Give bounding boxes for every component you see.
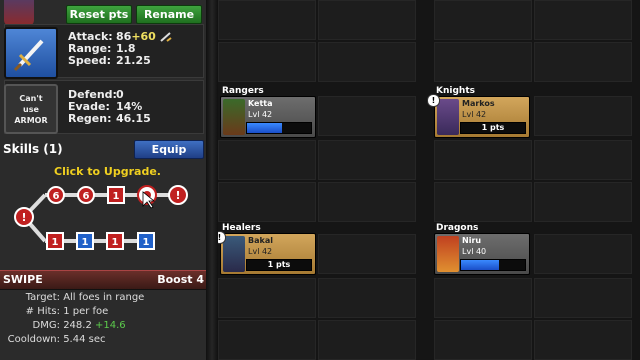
roster-slot[interactable] [434,182,532,222]
equip-button[interactable]: Equip [134,140,204,159]
roster-slot[interactable] [218,182,316,222]
armor-stats: Defend:0 Evade: 14% Regen: 46.15 [68,89,151,125]
rename-button[interactable]: Rename [136,5,202,24]
skill-node-top-1[interactable]: 6 [47,186,65,204]
unit-portrait [223,236,245,272]
skill-hits: # Hits: 1 per foe [25,306,109,317]
hero-portrait [4,0,34,26]
svg-text:1: 1 [112,237,119,248]
roster-slot[interactable] [534,0,632,40]
roster-slot[interactable] [318,96,416,136]
roster-slot[interactable] [218,278,316,318]
skill-node-selected[interactable] [137,185,157,209]
sword-small-icon [160,32,172,42]
svg-text:!: ! [175,189,180,202]
regen-stat: Regen: 46.15 [68,112,151,125]
skill-node-bottom-1[interactable]: 1 [46,232,64,250]
healers-label: Healers [222,223,261,233]
skill-tree: ! 6 6 1 ! 1 1 1 1 [14,185,188,250]
knights-label: Knights [436,86,475,96]
xp-bar: 1 pts [246,259,312,271]
roster-slot[interactable] [318,182,416,222]
armor-slot[interactable]: Can't use ARMOR [4,84,58,134]
unit-card-markos[interactable]: Markos Lvl 42 1 pts [434,96,530,138]
roster-slot[interactable] [318,278,416,318]
unit-card-niru[interactable]: Niru Lvl 40 [434,233,530,275]
roster-slot[interactable] [434,320,532,360]
skill-node-bottom-2[interactable]: 1 [76,232,94,250]
alert-icon: ! [427,94,440,107]
unit-card-bakal[interactable]: Bakal Lvl 42 1 pts [220,233,316,275]
roster-slot[interactable] [318,0,416,40]
roster-slot[interactable] [218,42,316,82]
weapon-slot[interactable] [4,27,58,79]
roster-slot[interactable] [218,320,316,360]
reset-points-button[interactable]: Reset pts [66,5,132,24]
roster-slot[interactable] [434,140,532,180]
skill-node-top-3[interactable]: 1 [107,186,125,204]
skill-node-top-alert[interactable]: ! [168,185,188,205]
xp-bar: 1 pts [460,122,526,134]
roster-grid: Rangers Ketta Lvl 42 Knights Markos Lvl … [210,0,640,360]
unit-portrait [437,236,459,272]
svg-text:1: 1 [52,237,59,248]
roster-slot[interactable] [434,42,532,82]
roster-slot[interactable] [218,0,316,40]
roster-slot[interactable] [534,182,632,222]
roster-slot[interactable] [534,42,632,82]
skill-node-bottom-3[interactable]: 1 [106,232,124,250]
roster-slot[interactable] [534,320,632,360]
unit-card-ketta[interactable]: Ketta Lvl 42 [220,96,316,138]
skill-details: Target: All foes in range # Hits: 1 per … [2,291,145,347]
xp-bar [460,259,526,271]
roster-slot[interactable] [434,278,532,318]
skill-node-bottom-4[interactable]: 1 [137,232,155,250]
dragons-label: Dragons [436,223,479,233]
svg-text:6: 6 [83,191,90,202]
roster-slot[interactable] [434,0,532,40]
skill-name: SWIPE [3,273,43,286]
unit-portrait [223,99,245,135]
rangers-label: Rangers [222,86,264,96]
sword-icon [13,39,44,72]
skill-node-top-2[interactable]: 6 [77,186,95,204]
svg-text:1: 1 [82,237,89,248]
roster-slot[interactable] [218,140,316,180]
svg-text:!: ! [21,211,26,224]
roster-slot[interactable] [318,234,416,274]
roster-slot[interactable] [534,278,632,318]
xp-bar [246,122,312,134]
skill-cooldown: Cooldown: 5.44 sec [7,334,106,345]
roster-slot[interactable] [534,234,632,274]
roster-slot[interactable] [318,320,416,360]
skill-node-root[interactable]: ! [14,207,34,227]
unit-portrait [437,99,459,135]
roster-slot[interactable] [318,140,416,180]
skill-dmg: DMG: 248.2 +14.6 [32,320,126,331]
skill-boost: Boost 4 [157,273,204,286]
svg-text:6: 6 [53,191,60,202]
weapon-stats: Attack: 86+60 Range: 1.8 Speed: 21.25 [68,31,172,67]
selected-skill-header: SWIPE Boost 4 [0,270,208,290]
roster-slot[interactable] [318,42,416,82]
roster-slot[interactable] [534,96,632,136]
roster-slot[interactable] [534,140,632,180]
skill-target: Target: All foes in range [25,292,145,303]
hero-panel: Reset pts Rename Attack: 86+60 Range: 1.8 … [0,0,210,360]
speed-stat: Speed: 21.25 [68,54,151,67]
svg-text:1: 1 [143,237,150,248]
skills-title: Skills (1) [3,142,63,156]
svg-text:1: 1 [113,191,120,202]
panel-divider [206,0,218,360]
